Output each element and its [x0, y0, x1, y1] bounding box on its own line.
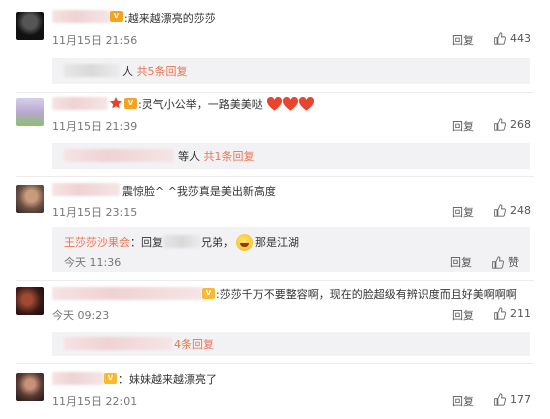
like-button[interactable]: 177	[493, 393, 531, 406]
like-count: 211	[510, 307, 531, 320]
like-count: 443	[510, 32, 531, 45]
like-count: 248	[510, 204, 531, 217]
replier-names-blurred	[64, 64, 120, 77]
thumbs-up-icon	[492, 255, 504, 269]
sub-reply-prefix: ：回复	[130, 236, 163, 249]
member-badge-icon: V	[202, 288, 215, 299]
comment-text: :越来越漂亮的莎莎	[124, 12, 216, 25]
thumbs-up-icon	[494, 118, 506, 131]
like-button[interactable]: 248	[493, 204, 531, 217]
divider	[16, 176, 534, 177]
like-count: 268	[510, 118, 531, 131]
thumbs-up-icon	[494, 393, 506, 406]
comment-text: :灵气小公举，一路美美哒	[138, 96, 315, 112]
comment-text: :莎莎千万不要整容啊，现在的脸超级有辨识度而且好美啊啊啊	[216, 288, 517, 301]
replies-suffix: 等人	[178, 150, 200, 163]
avatar[interactable]	[16, 373, 44, 401]
reply-button[interactable]: 回复	[452, 32, 474, 48]
member-badge-icon: V	[110, 11, 123, 22]
comment-text: ：妹妹越来越漂亮了	[118, 373, 217, 386]
reply-button[interactable]: 回复	[452, 307, 474, 323]
replies-suffix: 人	[122, 65, 133, 78]
comment-time: 11月15日 22:01	[52, 395, 138, 408]
like-button[interactable]: 443	[493, 32, 531, 45]
divider	[16, 280, 534, 281]
replies-summary[interactable]: 等人 共1条回复	[52, 143, 530, 169]
mention-blurred	[163, 235, 201, 248]
replies-summary[interactable]: 4条回复	[52, 332, 530, 356]
heart-emoji-icon	[267, 97, 283, 111]
like-count: 177	[510, 393, 531, 406]
thumbs-up-icon	[494, 307, 506, 320]
comment-time: 11月15日 21:39	[52, 120, 138, 133]
comment-text: 震惊脸^ ^我莎真是美出新高度	[122, 185, 276, 198]
avatar[interactable]	[16, 287, 44, 315]
sub-reply-after: 那是江湖	[255, 236, 299, 249]
avatar[interactable]	[16, 98, 44, 126]
username-blurred[interactable]	[52, 372, 104, 385]
username-blurred[interactable]	[52, 183, 120, 196]
heart-emoji-icon	[299, 97, 315, 111]
heart-emoji-icon	[283, 97, 299, 111]
reply-button[interactable]: 回复	[452, 393, 474, 409]
replies-summary-text: 人 共5条回复	[122, 63, 188, 79]
sub-reply-time: 今天 11:36	[64, 256, 122, 269]
avatar[interactable]	[16, 12, 44, 40]
reply-button[interactable]: 回复	[452, 204, 474, 220]
like-button[interactable]: 268	[493, 118, 531, 131]
like-label: 赞	[508, 256, 519, 269]
view-replies-link[interactable]: 共1条回复	[204, 150, 255, 163]
star-badge-icon	[110, 97, 122, 109]
thumbs-up-icon	[494, 204, 506, 217]
member-badge-icon: V	[104, 373, 117, 384]
comment-time: 今天 09:23	[52, 309, 110, 322]
username-blurred[interactable]	[52, 97, 108, 110]
username-blurred[interactable]	[52, 287, 202, 300]
sub-reply: 王莎莎沙果会：回复 兄弟， 那是江湖 今天 11:36 回复 赞	[52, 227, 530, 272]
replier-names-blurred	[64, 337, 172, 350]
laughing-emoji-icon	[236, 234, 253, 251]
replies-summary-text: 等人 共1条回复	[178, 148, 255, 164]
username-blurred[interactable]	[52, 10, 110, 23]
member-badge-icon: V	[124, 98, 137, 109]
thumbs-up-icon	[494, 32, 506, 45]
reply-button[interactable]: 回复	[452, 118, 474, 134]
sub-reply-text: 王莎莎沙果会：回复 兄弟， 那是江湖	[64, 234, 299, 251]
divider	[16, 92, 534, 93]
like-button[interactable]: 赞	[491, 254, 519, 270]
like-button[interactable]: 211	[493, 307, 531, 320]
view-replies-link[interactable]: 共5条回复	[137, 65, 188, 78]
sub-reply-mid: 兄弟，	[201, 236, 234, 249]
comment-time: 11月15日 23:15	[52, 206, 138, 219]
view-replies-link[interactable]: 4条回复	[174, 336, 214, 352]
replies-summary[interactable]: 人 共5条回复	[52, 58, 530, 84]
sub-reply-author[interactable]: 王莎莎沙果会	[64, 236, 130, 249]
comment-time: 11月15日 21:56	[52, 34, 138, 47]
reply-button[interactable]: 回复	[450, 254, 472, 270]
replier-names-blurred	[64, 149, 174, 162]
comment-text-body: :灵气小公举，一路美美哒	[138, 98, 263, 111]
avatar[interactable]	[16, 185, 44, 213]
divider	[16, 363, 534, 364]
